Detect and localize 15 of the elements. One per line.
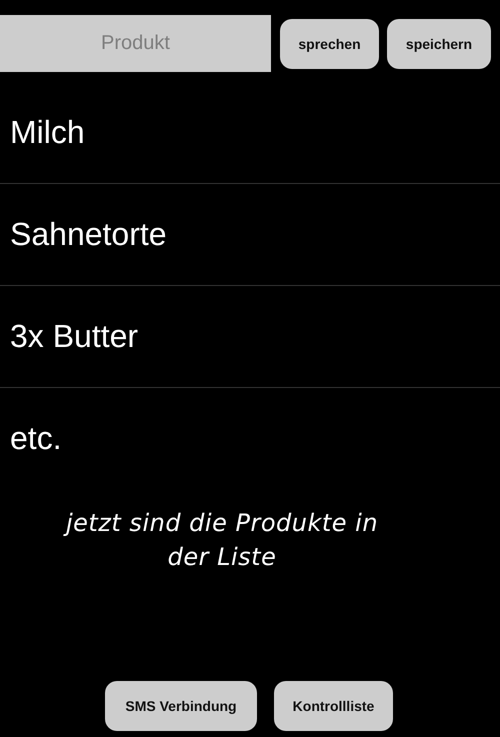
- item-text: Sahnetorte: [10, 216, 167, 253]
- product-input-field[interactable]: Produkt: [0, 15, 271, 72]
- item-text: 3x Butter: [10, 318, 138, 355]
- action-button[interactable]: SMS Verbindung: [105, 681, 257, 731]
- list-row[interactable]: etc.: [0, 388, 500, 489]
- note-text: jetzt sind die Produkte in: [66, 509, 378, 537]
- item-text: etc.: [10, 420, 62, 457]
- action-button[interactable]: sprechen: [280, 18, 379, 68]
- item-text: Milch: [10, 114, 85, 151]
- note-text: der Liste: [168, 543, 276, 571]
- list-row[interactable]: 3x Butter: [0, 286, 500, 388]
- list-row[interactable]: Milch: [0, 82, 500, 184]
- list-row[interactable]: Sahnetorte: [0, 184, 500, 286]
- action-button[interactable]: speichern: [387, 18, 491, 68]
- action-button[interactable]: Kontrollliste: [274, 681, 393, 731]
